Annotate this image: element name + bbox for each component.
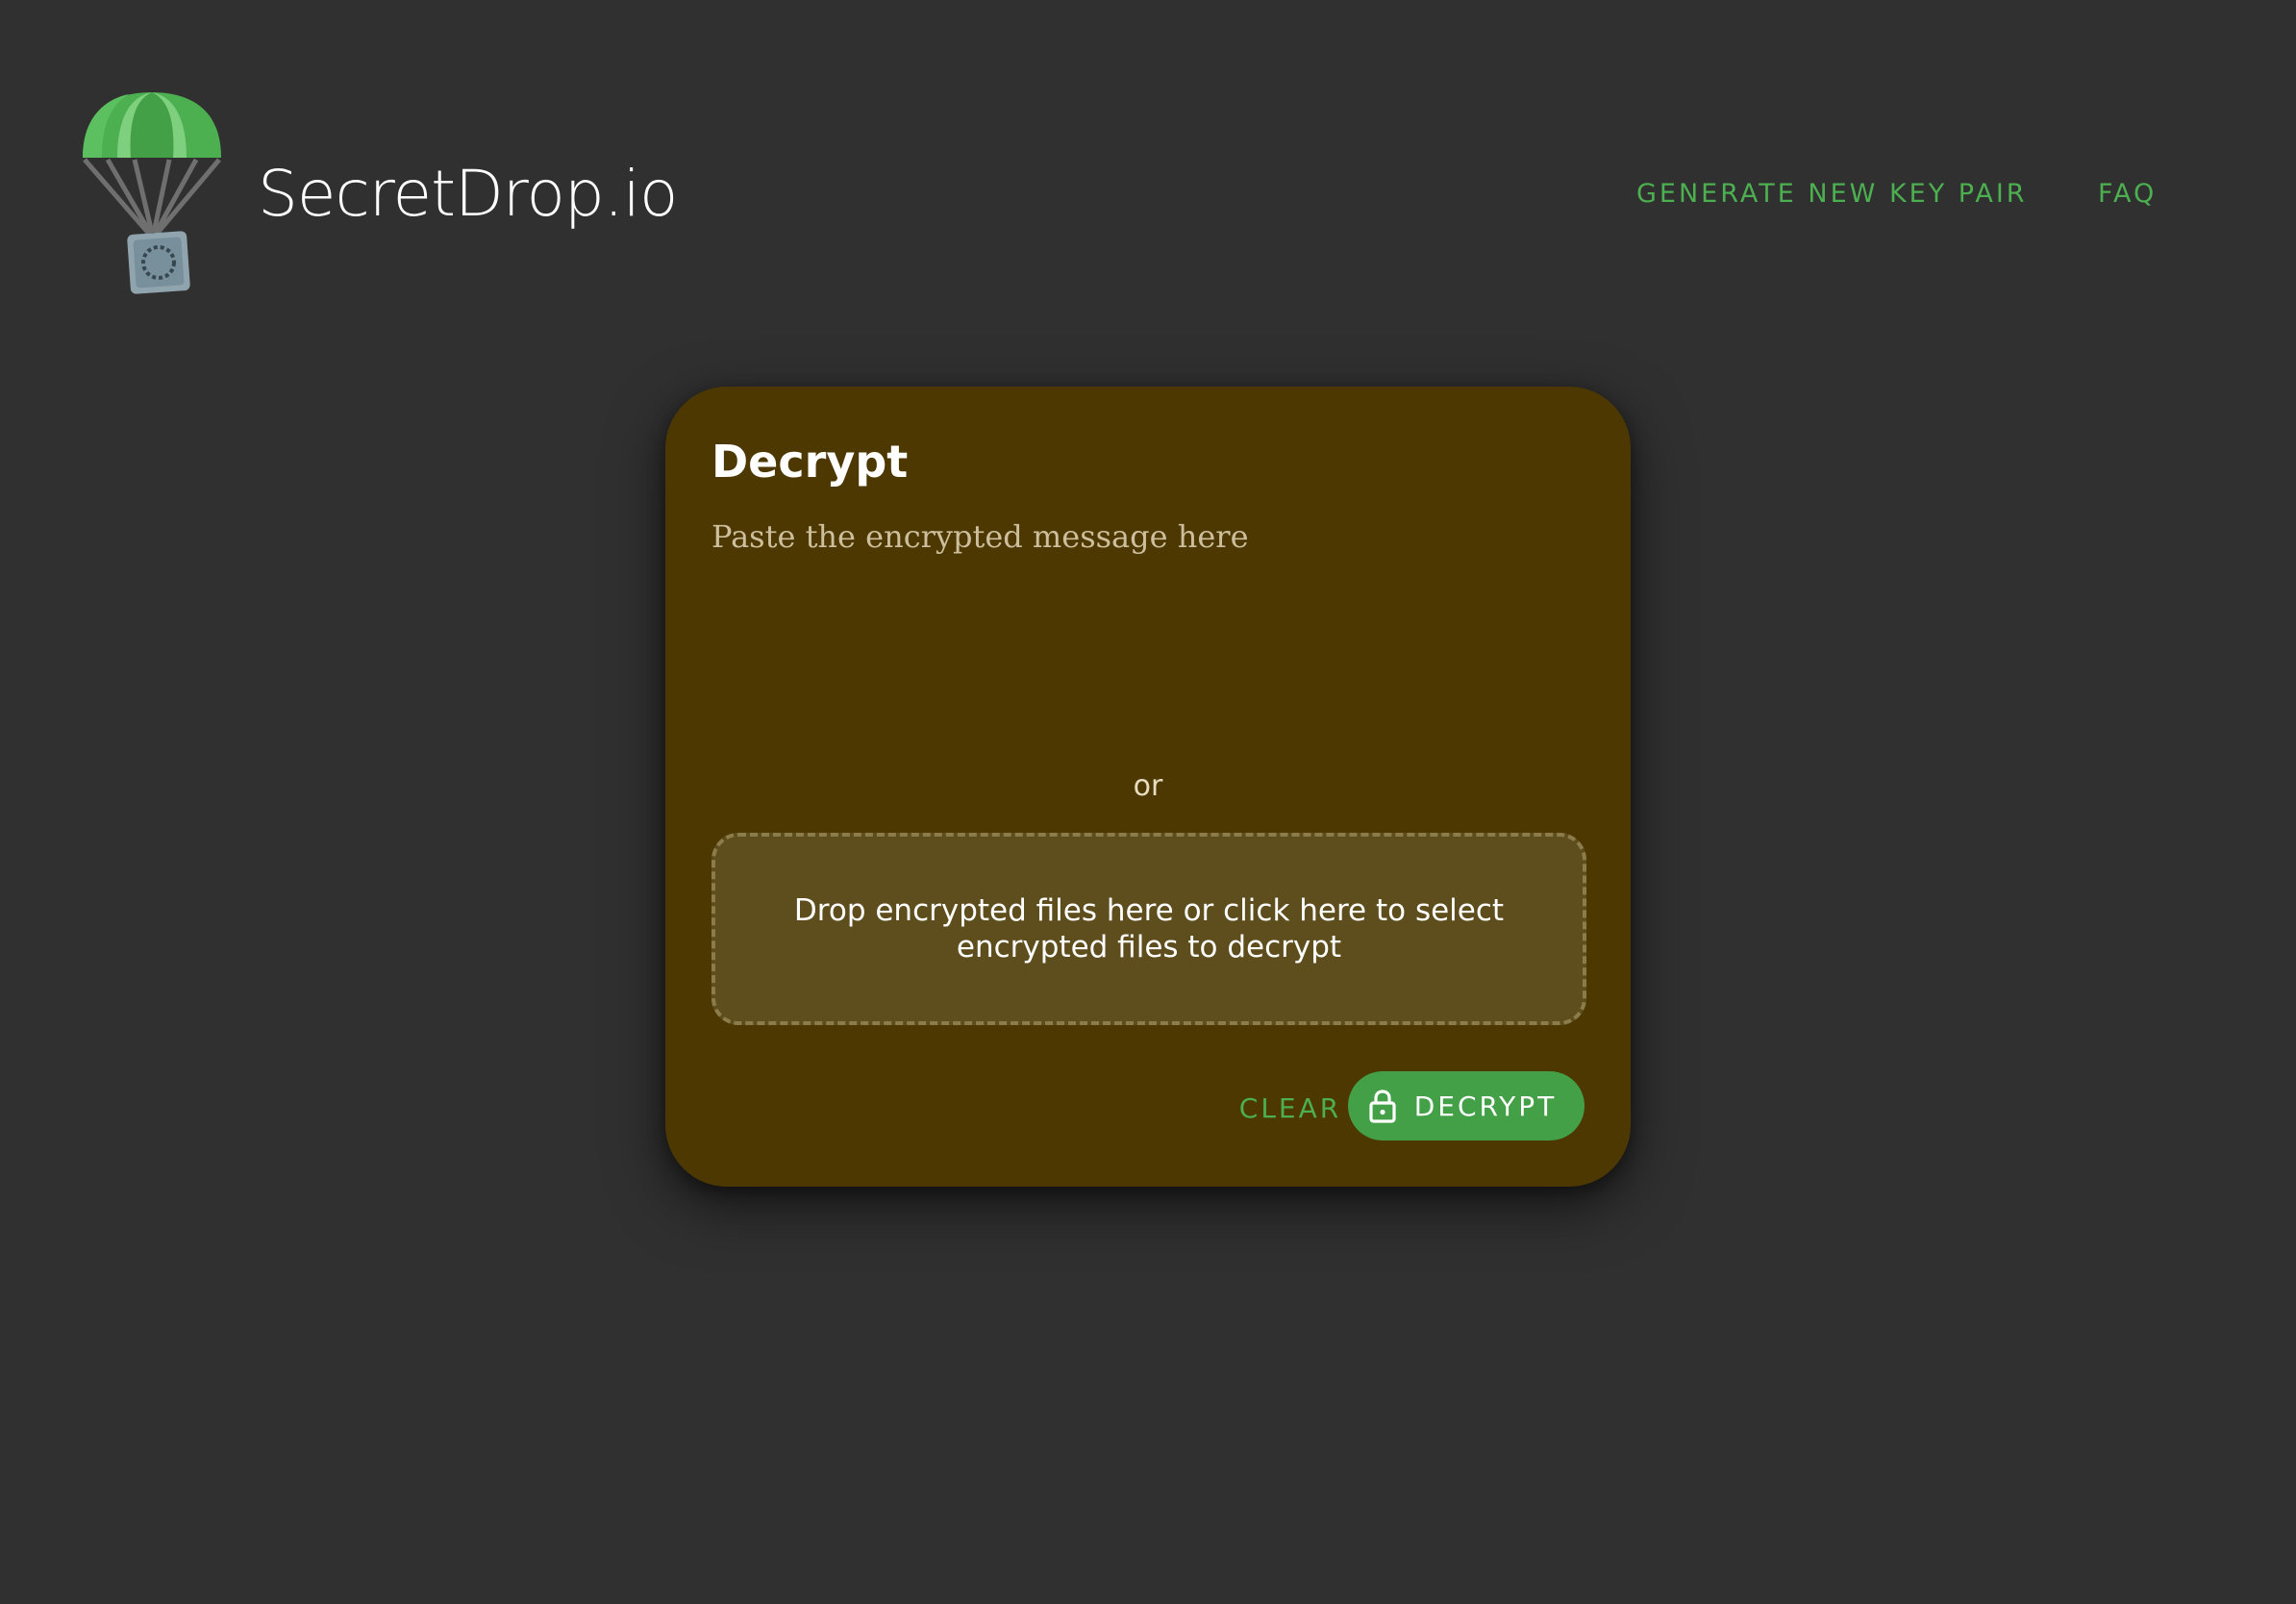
decrypt-button-label: DECRYPT: [1413, 1090, 1558, 1122]
file-dropzone[interactable]: Drop encrypted files here or click here …: [711, 833, 1586, 1025]
or-separator: or: [1133, 769, 1163, 803]
app-header: SecretDrop.io GENERATE NEW KEY PAIR FAQ: [0, 0, 2296, 308]
card-title: Decrypt: [711, 436, 909, 488]
parachute-logo-icon: [81, 88, 225, 300]
decrypt-card: Decrypt or Drop encrypted files here or …: [665, 387, 1631, 1187]
lock-icon: [1368, 1089, 1397, 1123]
generate-key-pair-link[interactable]: GENERATE NEW KEY PAIR: [1636, 177, 2028, 212]
brand-title: SecretDrop.io: [258, 157, 678, 231]
decrypt-button[interactable]: DECRYPT: [1348, 1071, 1585, 1140]
encrypted-message-input[interactable]: [711, 515, 1586, 785]
faq-link[interactable]: FAQ: [2098, 177, 2157, 212]
dropzone-label: Drop encrypted files here or click here …: [793, 893, 1505, 965]
